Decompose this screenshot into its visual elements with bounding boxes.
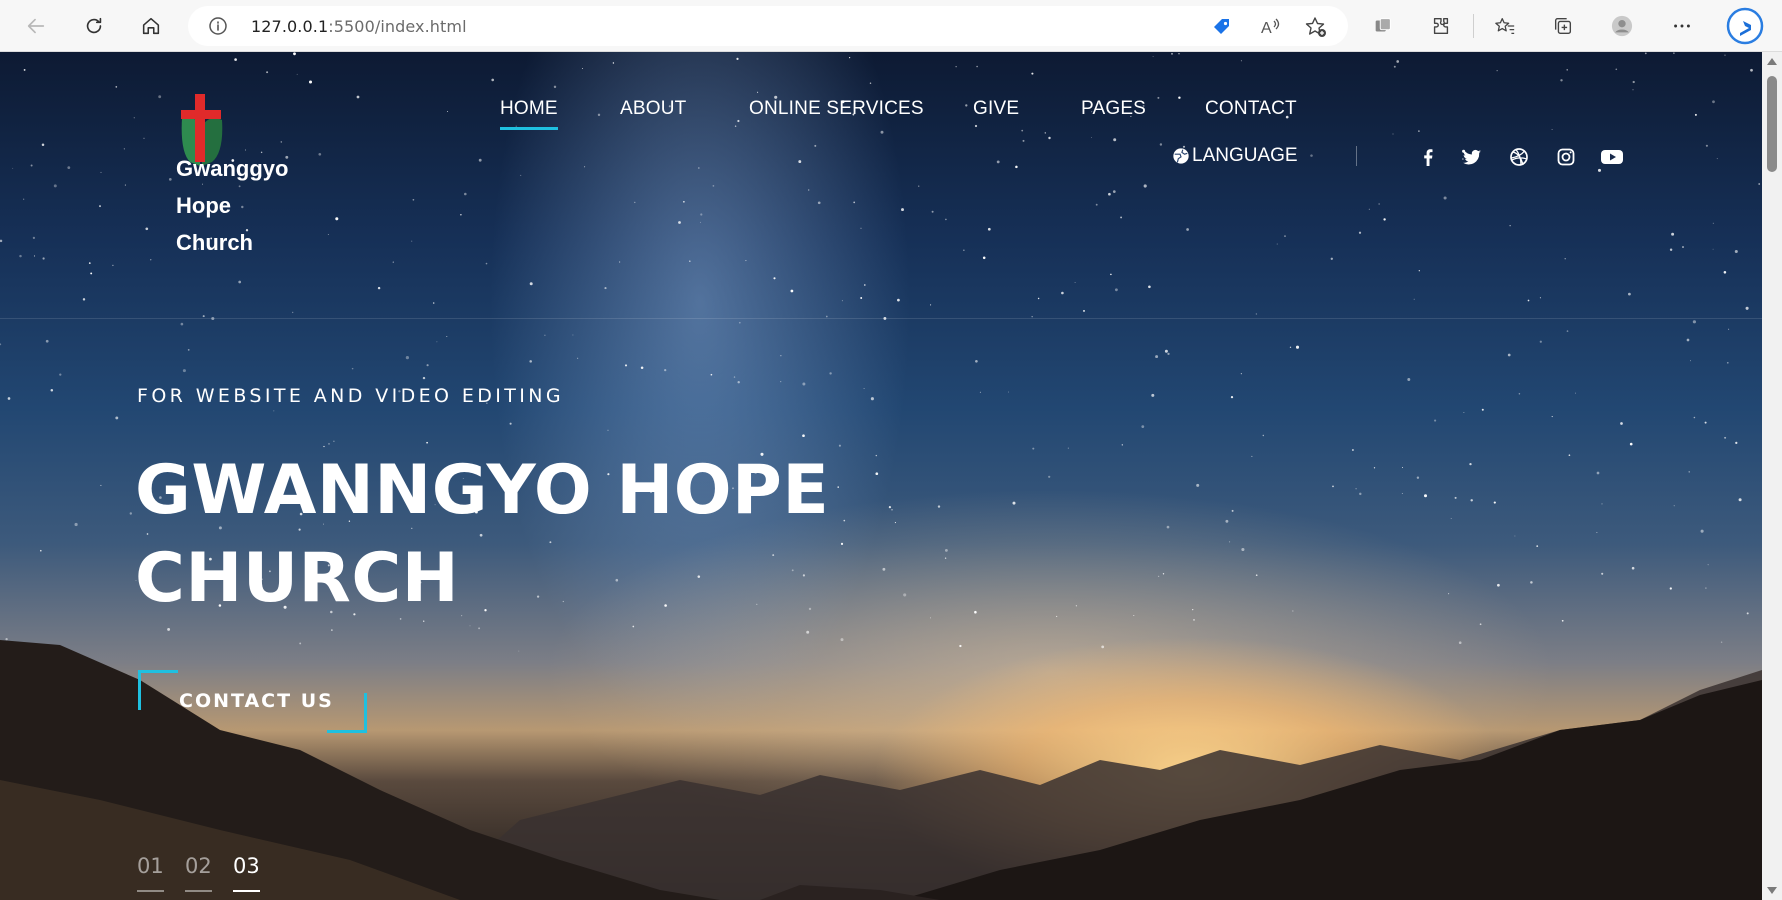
header-divider xyxy=(0,318,1762,319)
headline-line-1: GWANNGYO HOPE xyxy=(135,451,830,530)
logo-line-2: Hope xyxy=(176,193,231,218)
back-icon[interactable] xyxy=(19,9,53,43)
scroll-thumb[interactable] xyxy=(1767,76,1777,172)
twitter-icon[interactable] xyxy=(1461,146,1483,168)
nav-about[interactable]: ABOUT xyxy=(620,98,686,120)
hero-section: Gwanggyo Hope Church HOME ABOUT ONLINE S… xyxy=(0,52,1762,900)
nav-home[interactable]: HOME xyxy=(500,98,558,130)
hero-headline: GWANNGYO HOPE CHURCH xyxy=(135,447,895,623)
contact-us-button[interactable]: CONTACT US xyxy=(138,670,367,733)
favorites-icon[interactable] xyxy=(1490,11,1520,41)
facebook-icon[interactable] xyxy=(1417,146,1439,168)
split-screen-icon[interactable] xyxy=(1368,11,1398,41)
scroll-down-arrow[interactable] xyxy=(1767,887,1777,894)
extensions-icon[interactable] xyxy=(1426,11,1456,41)
globe-icon xyxy=(1173,148,1189,164)
youtube-icon[interactable] xyxy=(1600,146,1624,168)
cta-corner-top-left xyxy=(138,670,178,710)
mountains-background xyxy=(0,640,1762,900)
svg-text:A: A xyxy=(1261,20,1272,37)
browser-toolbar: 127.0.0.1:5500/index.html A xyxy=(0,0,1782,52)
language-selector[interactable]: LANGUAGE xyxy=(1172,145,1298,167)
scroll-up-arrow[interactable] xyxy=(1767,58,1777,65)
address-bar[interactable]: 127.0.0.1:5500/index.html A xyxy=(188,6,1348,46)
hero-eyebrow: FOR WEBSITE AND VIDEO EDITING xyxy=(137,385,565,407)
bing-icon[interactable] xyxy=(1726,7,1764,45)
collections-icon[interactable] xyxy=(1548,11,1578,41)
nav-contact[interactable]: CONTACT xyxy=(1205,98,1297,120)
info-icon[interactable] xyxy=(208,16,228,36)
slide-indicator-01[interactable]: 01 xyxy=(137,854,164,892)
url-text: 127.0.0.1:5500/index.html xyxy=(251,17,467,36)
page-scrollbar[interactable] xyxy=(1762,52,1782,900)
nav-pages[interactable]: PAGES xyxy=(1081,98,1146,120)
home-icon[interactable] xyxy=(134,9,168,43)
logo-line-3: Church xyxy=(176,230,253,255)
favorite-add-icon[interactable] xyxy=(1304,15,1328,39)
instagram-icon[interactable] xyxy=(1555,146,1577,168)
refresh-icon[interactable] xyxy=(77,9,111,43)
logo-text[interactable]: Gwanggyo Hope Church xyxy=(176,150,326,261)
dribbble-icon[interactable] xyxy=(1508,146,1530,168)
contact-us-label: CONTACT US xyxy=(179,690,334,712)
nav-online-services[interactable]: ONLINE SERVICES xyxy=(749,98,924,120)
slide-indicator-02[interactable]: 02 xyxy=(185,854,212,892)
headline-line-2: CHURCH xyxy=(135,539,460,618)
more-icon[interactable] xyxy=(1667,11,1697,41)
profile-icon[interactable] xyxy=(1607,11,1637,41)
language-label: LANGUAGE xyxy=(1192,145,1298,166)
coupon-icon[interactable] xyxy=(1210,15,1234,39)
logo-line-1: Gwanggyo xyxy=(176,156,289,181)
nav-give[interactable]: GIVE xyxy=(973,98,1019,120)
nav-divider xyxy=(1356,146,1357,166)
slide-indicator-03[interactable]: 03 xyxy=(233,854,260,892)
read-aloud-icon[interactable]: A xyxy=(1259,15,1283,39)
